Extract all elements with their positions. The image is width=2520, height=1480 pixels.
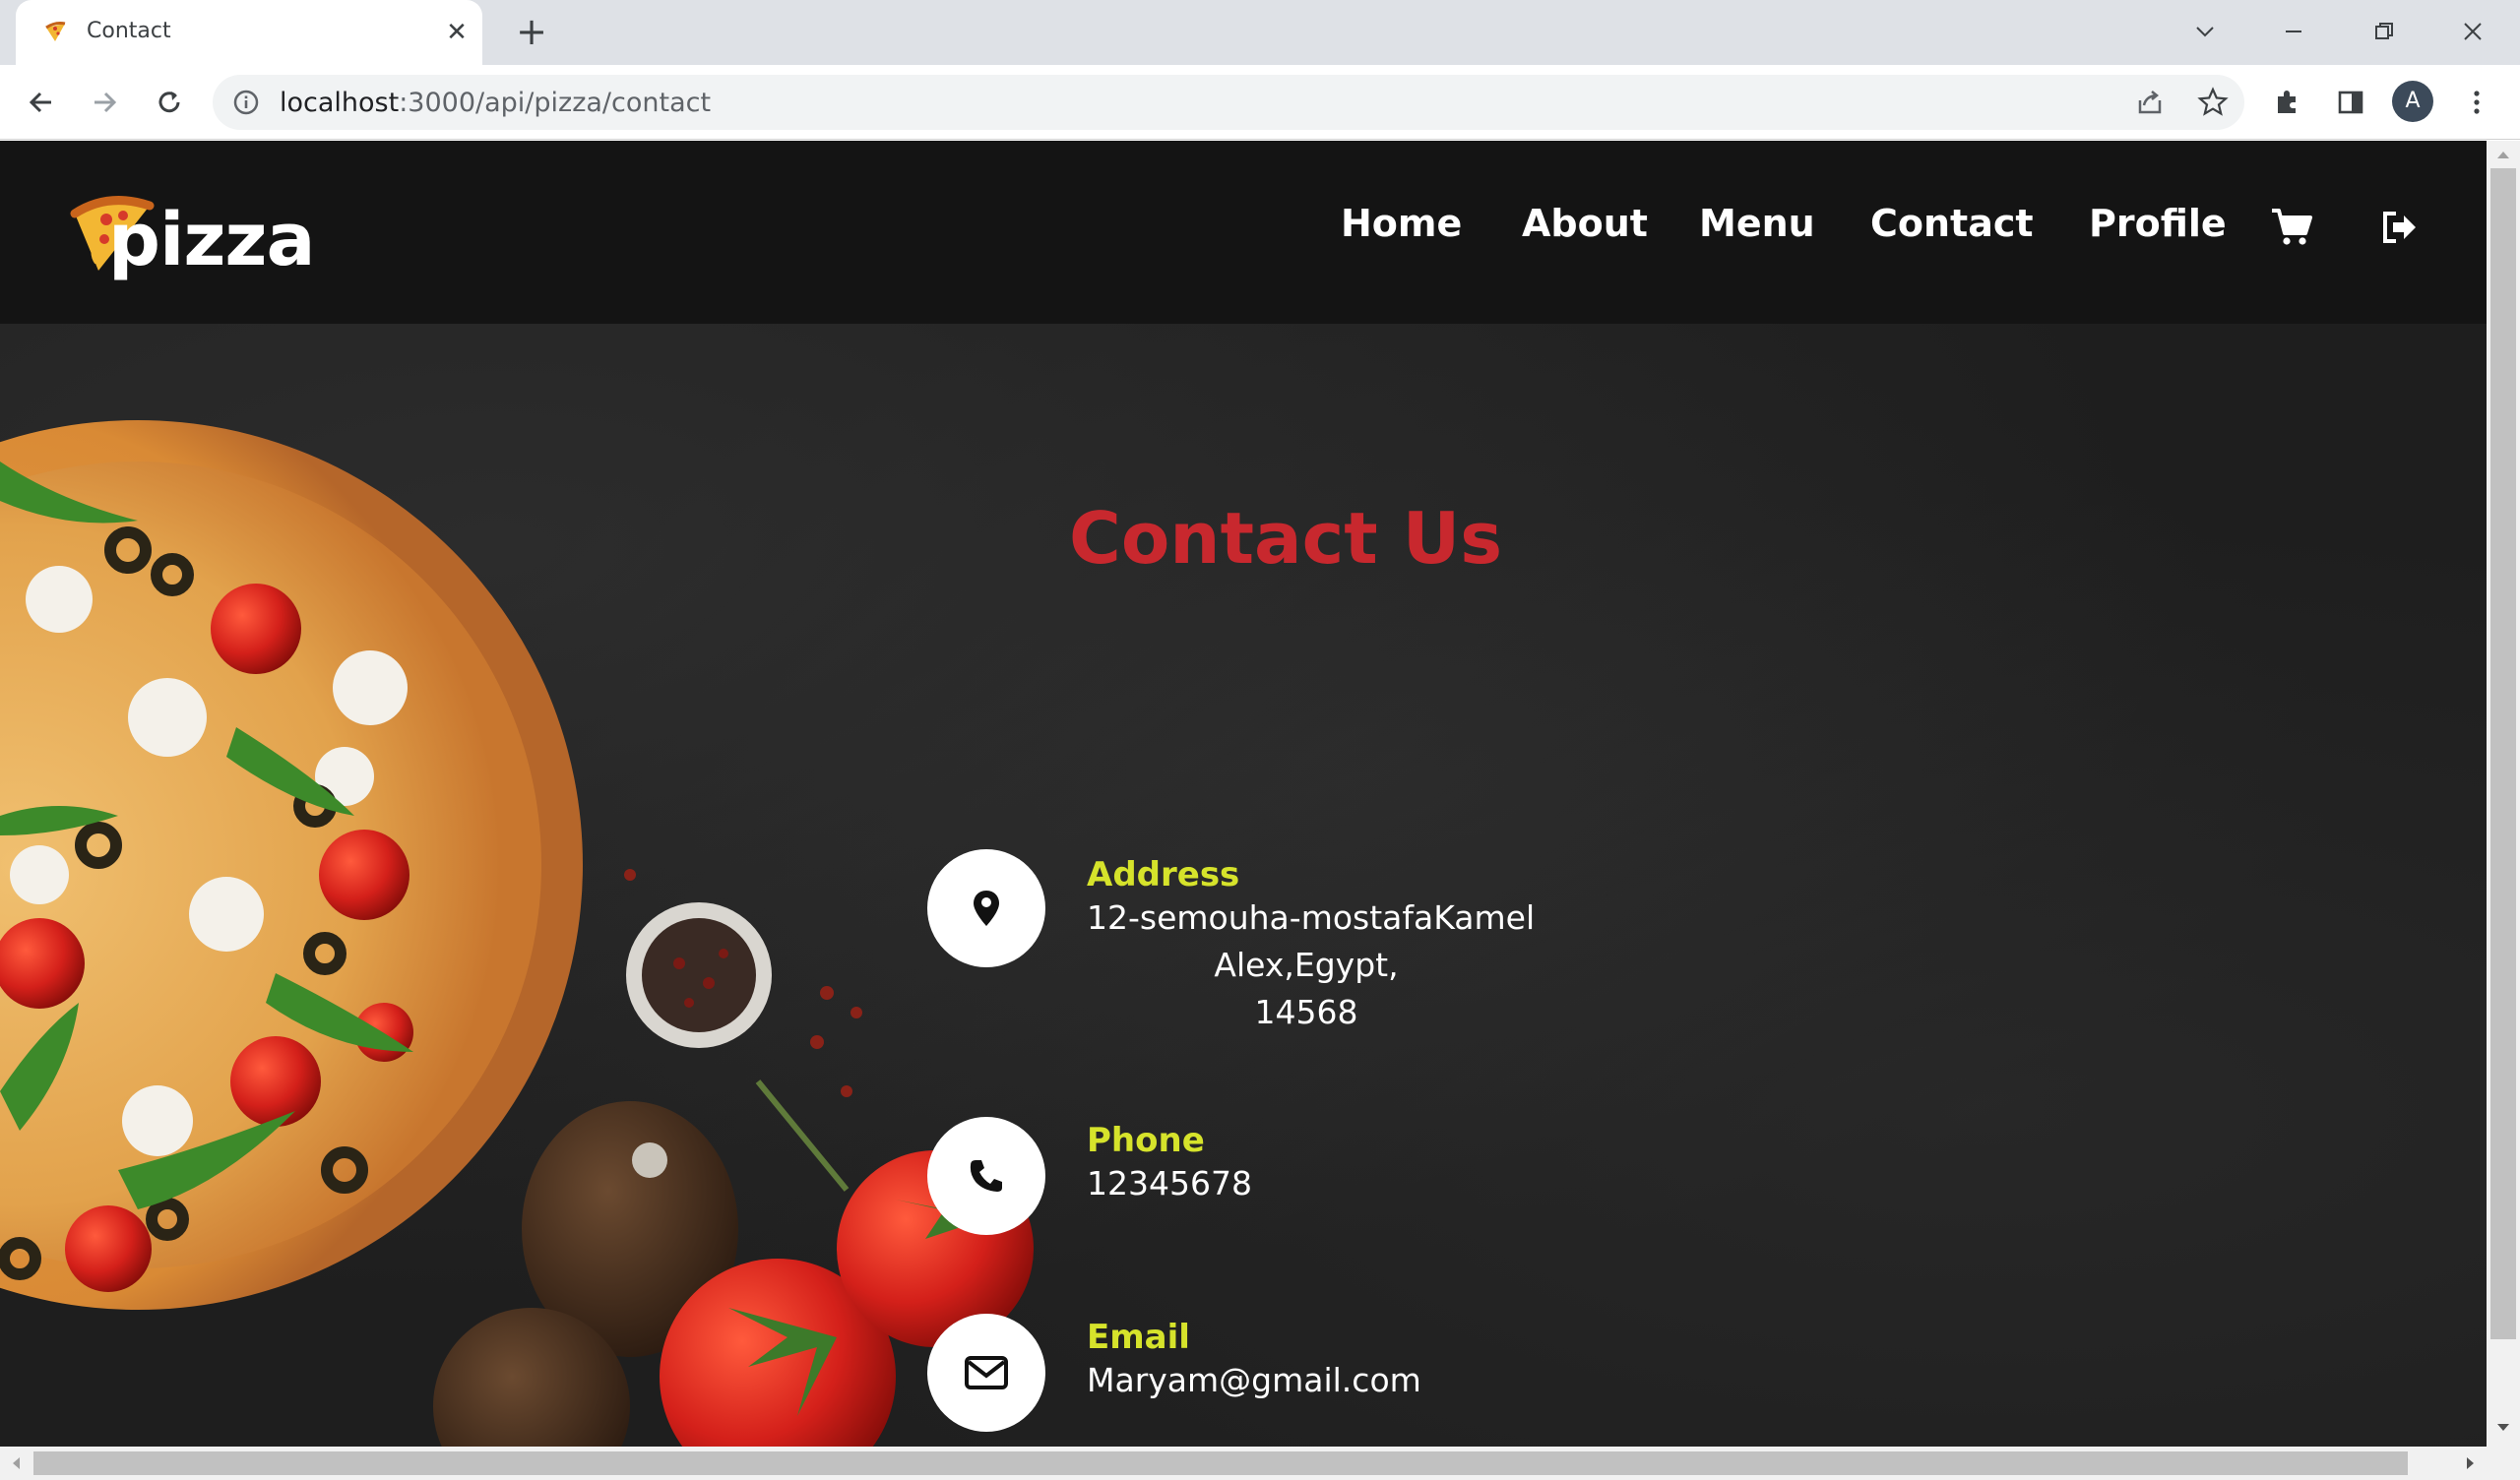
minimize-button[interactable] bbox=[2274, 12, 2313, 51]
phone-icon bbox=[970, 1160, 1002, 1192]
pizza-favicon-icon bbox=[45, 22, 66, 41]
reload-icon[interactable] bbox=[148, 81, 191, 124]
share-icon[interactable] bbox=[2134, 87, 2166, 122]
nav-contact[interactable]: Contact bbox=[1870, 202, 2034, 245]
envelope-icon bbox=[965, 1356, 1008, 1389]
pizza-background-image bbox=[0, 420, 1034, 1447]
address-icon-circle bbox=[927, 849, 1045, 967]
nav-about[interactable]: About bbox=[1522, 202, 1648, 245]
email-label: Email bbox=[1087, 1318, 1190, 1357]
logout-icon[interactable] bbox=[2378, 206, 2422, 249]
url-text[interactable]: localhost:3000/api/pizza/contact bbox=[280, 88, 711, 118]
phone-value: 12345678 bbox=[1087, 1164, 1252, 1202]
nav-home[interactable]: Home bbox=[1341, 202, 1462, 245]
email-value[interactable]: Maryam@gmail.com bbox=[1087, 1357, 1421, 1404]
scroll-left-arrow-icon[interactable] bbox=[10, 1455, 22, 1471]
new-tab-button[interactable]: + bbox=[514, 13, 549, 50]
address-bar[interactable]: localhost:3000/api/pizza/contact bbox=[213, 75, 2244, 130]
bookmark-star-icon[interactable] bbox=[2197, 87, 2229, 122]
scroll-right-arrow-icon[interactable] bbox=[2465, 1455, 2477, 1471]
url-host: localhost bbox=[280, 88, 400, 118]
tab-search-chevron-icon[interactable] bbox=[2185, 12, 2225, 51]
restore-button[interactable] bbox=[2364, 12, 2404, 51]
profile-avatar[interactable]: A bbox=[2392, 81, 2433, 122]
address-line-2: Alex,Egypt, bbox=[1214, 946, 1399, 984]
page-viewport: pizza Home About Menu Contact Profile Co… bbox=[0, 141, 2487, 1447]
site-info-icon[interactable] bbox=[232, 89, 260, 116]
scroll-up-arrow-icon[interactable] bbox=[2495, 149, 2511, 160]
url-path: :3000/api/pizza/contact bbox=[399, 88, 712, 118]
site-logo[interactable]: pizza bbox=[69, 184, 315, 292]
main-nav: Home About Menu Contact Profile bbox=[1305, 202, 2487, 261]
back-arrow-icon[interactable] bbox=[20, 81, 63, 124]
browser-toolbar: localhost:3000/api/pizza/contact A bbox=[0, 65, 2520, 140]
side-panel-icon[interactable] bbox=[2329, 81, 2372, 124]
site-header: pizza Home About Menu Contact Profile bbox=[0, 141, 2487, 324]
vertical-scroll-thumb[interactable] bbox=[2490, 168, 2516, 1339]
horizontal-scrollbar[interactable] bbox=[0, 1447, 2520, 1480]
phone-icon-circle bbox=[927, 1117, 1045, 1235]
contact-title: Contact Us bbox=[1069, 497, 1503, 580]
logo-text: pizza bbox=[108, 198, 315, 282]
address-line-3: 14568 bbox=[1254, 993, 1358, 1031]
email-icon-circle bbox=[927, 1314, 1045, 1432]
horizontal-scroll-thumb[interactable] bbox=[33, 1451, 2408, 1475]
address-label: Address bbox=[1087, 855, 1240, 894]
location-pin-icon bbox=[974, 891, 999, 926]
tab-title: Contact bbox=[87, 19, 171, 43]
tab-close-icon[interactable]: ✕ bbox=[443, 19, 471, 46]
cart-icon[interactable] bbox=[2270, 206, 2313, 249]
nav-profile[interactable]: Profile bbox=[2089, 202, 2227, 245]
phone-label: Phone bbox=[1087, 1121, 1205, 1160]
address-line-1: 12-semouha-mostafaKamel bbox=[1087, 898, 1536, 937]
scroll-down-arrow-icon[interactable] bbox=[2495, 1422, 2511, 1434]
browser-tab-active[interactable]: Contact ✕ bbox=[16, 0, 482, 65]
extensions-puzzle-icon[interactable] bbox=[2266, 81, 2309, 124]
browser-menu-icon[interactable] bbox=[2455, 81, 2498, 124]
nav-menu[interactable]: Menu bbox=[1699, 202, 1815, 245]
close-window-button[interactable] bbox=[2453, 12, 2492, 51]
forward-arrow-icon[interactable] bbox=[83, 81, 126, 124]
address-value: 12-semouha-mostafaKamel Alex,Egypt, 1456… bbox=[1087, 894, 1536, 1036]
vertical-scrollbar[interactable] bbox=[2487, 141, 2520, 1447]
browser-tabstrip: Contact ✕ + bbox=[0, 0, 2520, 65]
contact-hero: Contact Us Address 12-semouha-mostafaKam… bbox=[0, 324, 2487, 1447]
